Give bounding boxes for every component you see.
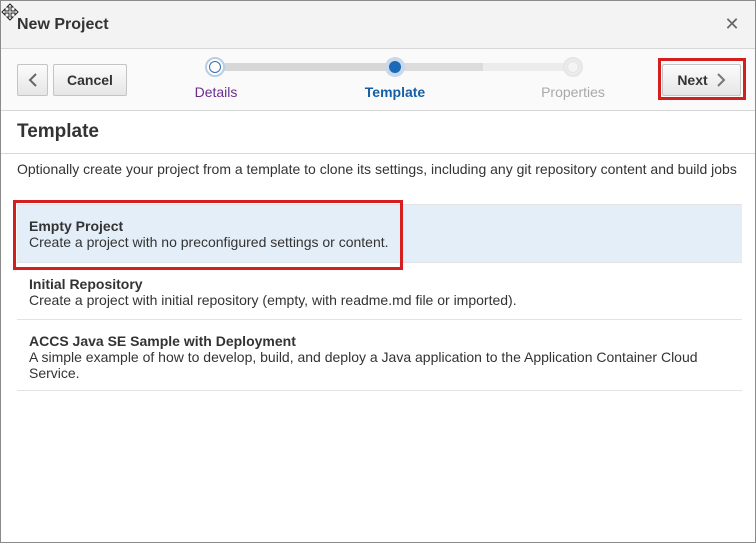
next-button-highlight (658, 58, 746, 100)
train-label-properties: Properties (541, 84, 605, 100)
template-title: Initial Repository (29, 276, 143, 292)
empty-project-highlight (13, 200, 403, 270)
dialog-title: New Project (17, 16, 109, 33)
section-title: Template (17, 121, 100, 142)
close-icon[interactable]: ✕ (723, 15, 741, 33)
intro-text: Optionally create your project from a te… (17, 161, 737, 177)
template-item-initial-repository[interactable]: Initial Repository Create a project with… (17, 262, 742, 319)
train-stop-properties (563, 57, 583, 77)
train-track-completed (215, 63, 395, 71)
template-description: Create a project with initial repository… (29, 292, 517, 308)
train-track-progress (395, 63, 483, 71)
template-description: A simple example of how to develop, buil… (29, 349, 698, 381)
template-title: ACCS Java SE Sample with Deployment (29, 333, 296, 349)
template-item-accs-java-se[interactable]: ACCS Java SE Sample with Deployment A si… (17, 319, 742, 391)
section-divider (1, 153, 755, 154)
dialog-titlebar: New Project ✕ (1, 1, 755, 49)
new-project-dialog: New Project ✕ Cancel Details Template Pr… (0, 0, 756, 543)
wizard-toolbar: Cancel Details Template Properties Next (1, 49, 755, 111)
train-stop-details[interactable] (205, 57, 225, 77)
train-label-template: Template (364, 84, 426, 100)
wizard-train: Details Template Properties (1, 49, 755, 111)
train-label-details[interactable]: Details (195, 84, 238, 100)
train-stop-template (385, 57, 405, 77)
